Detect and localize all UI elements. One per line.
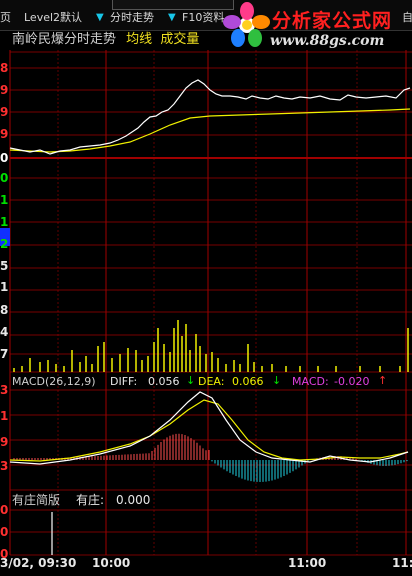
zhuang-value: 0.000 — [116, 493, 151, 507]
axis-tick-label: 4 — [0, 326, 9, 338]
axis-tick-label: 1 — [0, 410, 9, 422]
intraday-chart[interactable] — [0, 0, 412, 576]
zhuang-label: 有庄: — [76, 493, 105, 507]
axis-tick-label: 5 — [0, 260, 9, 272]
diff-label: DIFF: — [110, 375, 138, 388]
axis-tick-label: 7 — [0, 348, 9, 360]
axis-tick-label: 8 — [0, 62, 9, 74]
diff-down-arrow-icon: ↓ — [186, 374, 196, 387]
axis-tick-label: 0 — [0, 526, 9, 538]
axis-tick-label: 9 — [0, 84, 9, 96]
axis-tick-label: 0 — [0, 504, 9, 516]
time-axis-tick-1130: 11:3 — [392, 556, 412, 570]
macd-params-label: MACD(26,12,9) — [12, 375, 96, 388]
axis-tick-label: 1 — [0, 194, 9, 206]
macd-value: -0.020 — [334, 375, 370, 388]
time-axis-tick-1100: 11:00 — [288, 556, 327, 570]
axis-tick-label: 1 — [0, 281, 9, 293]
axis-tick-label: 2 — [0, 238, 9, 250]
price-line — [9, 79, 411, 155]
volume-bars — [13, 320, 409, 372]
axis-tick-label: 3 — [0, 384, 9, 396]
chart-grid — [9, 50, 412, 556]
time-axis-tick-1000: 10:00 — [92, 556, 131, 570]
axis-tick-label: 9 — [0, 128, 9, 140]
dea-value: 0.066 — [232, 375, 264, 388]
dea-down-arrow-icon: ↓ — [272, 374, 282, 387]
axis-tick-label: 0 — [0, 152, 9, 164]
axis-tick-label: 8 — [0, 304, 9, 316]
average-price-line — [9, 108, 411, 153]
diff-value: 0.056 — [148, 375, 180, 388]
dea-label: DEA: — [198, 375, 225, 388]
axis-tick-label: 1 — [0, 216, 9, 228]
macd-up-arrow-icon: ↑ — [378, 374, 388, 387]
axis-tick-label: 0 — [0, 172, 9, 184]
time-axis-start: 3/02, 09:30 — [0, 556, 77, 570]
stock-terminal-window: 页 Level2默认 ▼ 分时走势 ▼ F10资料 自 分析家公式网 www.8… — [0, 0, 412, 576]
axis-tick-label: 9 — [0, 436, 9, 448]
axis-tick-label: 9 — [0, 106, 9, 118]
axis-tick-label: 3 — [0, 460, 9, 472]
zhuang-title: 有庄简版 — [12, 493, 61, 507]
macd-label: MACD: — [292, 375, 329, 388]
